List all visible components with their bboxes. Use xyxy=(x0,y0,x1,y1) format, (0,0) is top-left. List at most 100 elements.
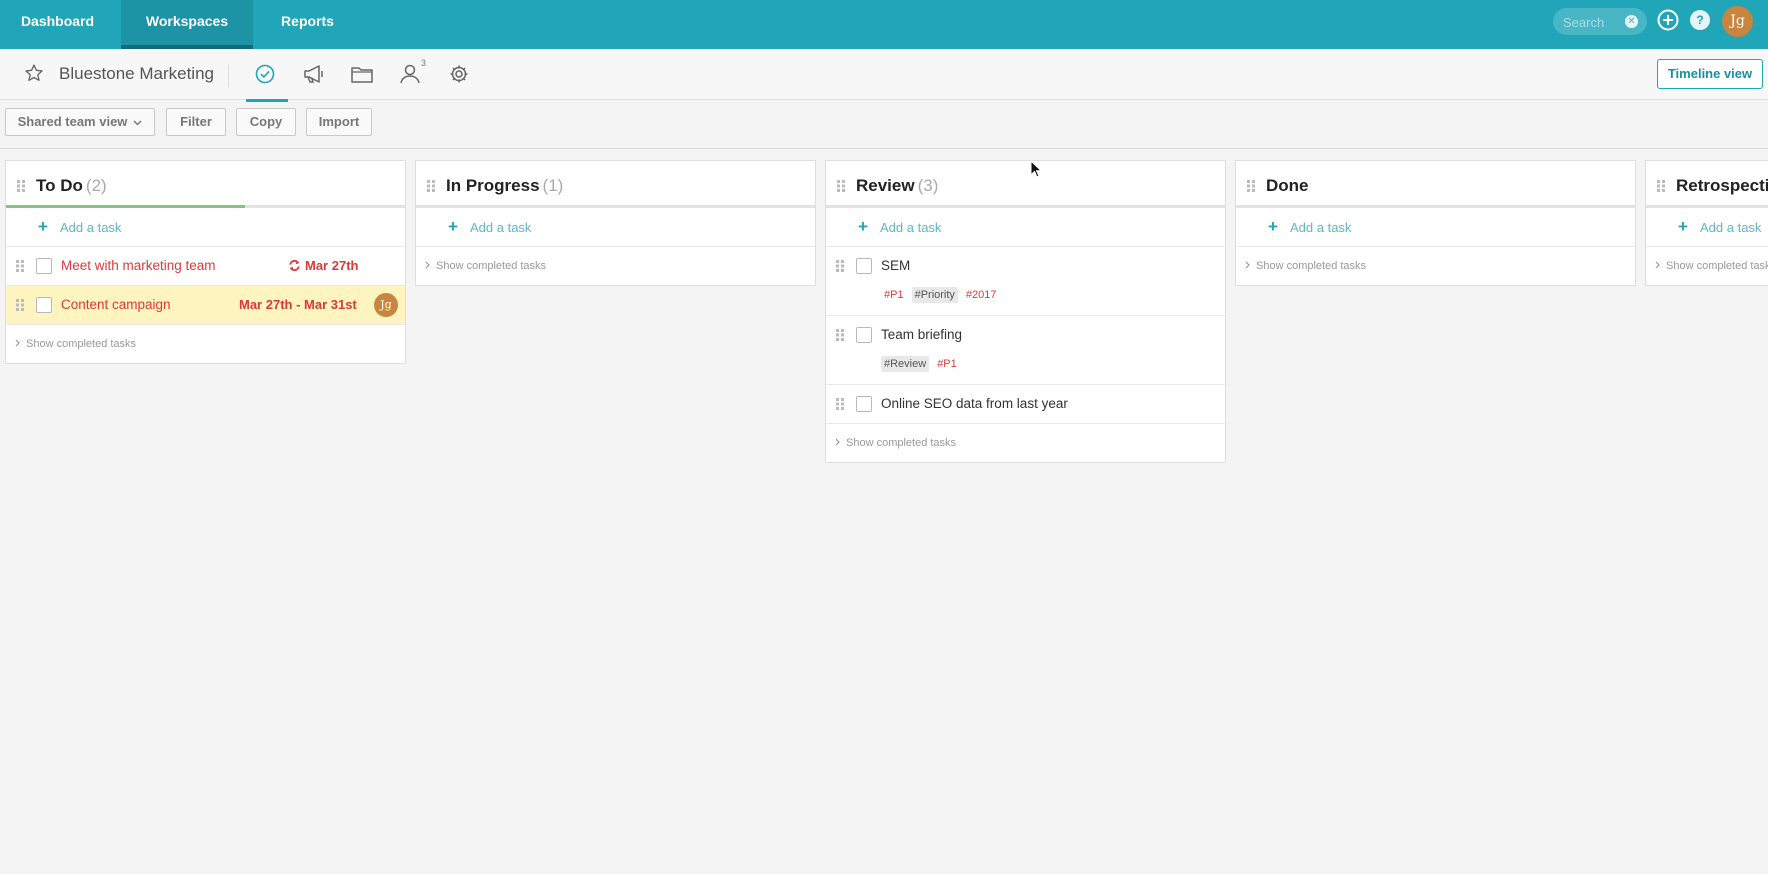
task-title[interactable]: Team briefing xyxy=(881,327,962,342)
add-task-link[interactable]: Add a task xyxy=(1700,220,1761,235)
add-task-link[interactable]: Add a task xyxy=(60,220,121,235)
add-task-link[interactable]: Add a task xyxy=(470,220,531,235)
top-nav: Dashboard Workspaces Reports ✕ ? Jg xyxy=(0,0,1768,49)
search-input[interactable] xyxy=(1561,12,1625,33)
column-title[interactable]: Review (3) xyxy=(856,176,938,196)
tag[interactable]: #2017 xyxy=(963,287,1000,303)
task-due-date: Mar 27th - Mar 31st xyxy=(239,297,357,312)
star-icon[interactable] xyxy=(24,63,44,83)
drag-handle-icon[interactable] xyxy=(836,260,844,272)
show-completed-tasks[interactable]: Show completed tasks xyxy=(1646,247,1768,285)
column-count: (2) xyxy=(85,176,107,195)
drag-handle-icon[interactable] xyxy=(1657,180,1665,192)
column-count: (3) xyxy=(917,176,939,195)
folder-icon xyxy=(351,67,373,83)
task-title[interactable]: Content campaign xyxy=(61,297,171,312)
task-checkbox[interactable] xyxy=(856,327,872,343)
tab-dashboard[interactable]: Dashboard xyxy=(0,0,115,49)
view-select[interactable]: Shared team view xyxy=(5,108,155,136)
task-title[interactable]: SEM xyxy=(881,258,910,273)
plus-icon: + xyxy=(858,217,868,236)
drag-handle-icon[interactable] xyxy=(836,329,844,341)
column-retrospective: Retrospectiv + Add a task Show completed… xyxy=(1645,160,1768,286)
chevron-right-icon xyxy=(1245,261,1250,269)
clear-search-icon[interactable]: ✕ xyxy=(1625,15,1638,28)
drag-handle-icon[interactable] xyxy=(1247,180,1255,192)
show-completed-tasks[interactable]: Show completed tasks xyxy=(416,247,815,285)
mouse-cursor-icon xyxy=(1030,160,1042,178)
divider xyxy=(228,65,229,87)
add-task-row[interactable]: + Add a task xyxy=(1236,208,1635,247)
timeline-view-button[interactable]: Timeline view xyxy=(1657,59,1763,89)
add-task-row[interactable]: + Add a task xyxy=(6,208,405,247)
task-row[interactable]: Meet with marketing team Mar 27th xyxy=(6,247,405,286)
tab-reports[interactable]: Reports xyxy=(253,0,362,49)
import-button[interactable]: Import xyxy=(306,108,372,136)
show-completed-tasks[interactable]: Show completed tasks xyxy=(1236,247,1635,285)
column-header: To Do (2) xyxy=(6,161,405,205)
tag[interactable]: #Priority xyxy=(911,287,958,303)
tag[interactable]: #P1 xyxy=(881,287,907,303)
settings-tab[interactable] xyxy=(446,61,476,87)
chevron-down-icon xyxy=(133,120,142,126)
tab-workspaces[interactable]: Workspaces xyxy=(121,0,253,49)
task-row[interactable]: SEM #P1 #Priority #2017 xyxy=(826,247,1225,316)
plus-icon: + xyxy=(448,217,458,236)
show-completed-tasks[interactable]: Show completed tasks xyxy=(826,424,1225,462)
column-header: Done xyxy=(1236,161,1635,205)
task-checkbox[interactable] xyxy=(36,258,52,274)
tag[interactable]: #P1 xyxy=(934,356,960,372)
check-circle-icon xyxy=(255,64,275,84)
plus-icon: + xyxy=(38,217,48,236)
tag[interactable]: #Review xyxy=(881,356,930,372)
drag-handle-icon[interactable] xyxy=(836,398,844,410)
chevron-right-icon xyxy=(1655,261,1660,269)
drag-handle-icon[interactable] xyxy=(16,299,24,311)
column-in-progress: In Progress (1) + Add a task Show complet… xyxy=(415,160,816,286)
members-count-badge: 3 xyxy=(421,58,427,68)
task-tags: #Review #P1 xyxy=(881,356,965,372)
drag-handle-icon[interactable] xyxy=(17,180,25,192)
column-header: Review (3) xyxy=(826,161,1225,205)
board-toolbar: Shared team view Filter Copy Import xyxy=(0,100,1768,149)
add-task-row[interactable]: + Add a task xyxy=(826,208,1225,247)
workspace-title: Bluestone Marketing xyxy=(59,64,214,83)
drag-handle-icon[interactable] xyxy=(16,260,24,272)
view-select-label: Shared team view xyxy=(17,114,128,129)
task-row[interactable]: Content campaign Mar 27th - Mar 31st Jg xyxy=(6,286,405,325)
column-done: Done + Add a task Show completed tasks xyxy=(1235,160,1636,286)
drag-handle-icon[interactable] xyxy=(427,180,435,192)
task-row[interactable]: Team briefing #Review #P1 xyxy=(826,316,1225,385)
assignee-avatar[interactable]: Jg xyxy=(374,293,398,317)
drag-handle-icon[interactable] xyxy=(837,180,845,192)
task-checkbox[interactable] xyxy=(856,396,872,412)
copy-button[interactable]: Copy xyxy=(236,108,296,136)
task-checkbox[interactable] xyxy=(856,258,872,274)
column-count: (1) xyxy=(542,176,564,195)
column-title[interactable]: In Progress (1) xyxy=(446,176,563,196)
column-title[interactable]: Done xyxy=(1266,176,1312,196)
recurring-icon xyxy=(289,259,300,272)
show-completed-tasks[interactable]: Show completed tasks xyxy=(6,325,405,363)
help-icon[interactable]: ? xyxy=(1690,10,1710,30)
filter-button[interactable]: Filter xyxy=(166,108,226,136)
task-title[interactable]: Online SEO data from last year xyxy=(881,396,1068,411)
chevron-right-icon xyxy=(425,261,430,269)
task-checkbox[interactable] xyxy=(36,297,52,313)
files-tab[interactable] xyxy=(349,61,379,87)
chevron-right-icon xyxy=(15,339,20,347)
column-title[interactable]: Retrospectiv xyxy=(1676,176,1768,196)
add-task-row[interactable]: + Add a task xyxy=(1646,208,1768,247)
column-title[interactable]: To Do (2) xyxy=(36,176,107,196)
add-task-link[interactable]: Add a task xyxy=(1290,220,1351,235)
add-plus-icon[interactable] xyxy=(1657,9,1679,31)
add-task-row[interactable]: + Add a task xyxy=(416,208,815,247)
user-avatar[interactable]: Jg xyxy=(1722,6,1753,37)
task-due-date: Mar 27th xyxy=(305,258,359,273)
announcements-tab[interactable] xyxy=(301,61,331,87)
task-title[interactable]: Meet with marketing team xyxy=(61,258,216,273)
task-row[interactable]: Online SEO data from last year xyxy=(826,385,1225,424)
plus-icon: + xyxy=(1268,217,1278,236)
tasks-view-tab[interactable] xyxy=(246,61,288,102)
add-task-link[interactable]: Add a task xyxy=(880,220,941,235)
